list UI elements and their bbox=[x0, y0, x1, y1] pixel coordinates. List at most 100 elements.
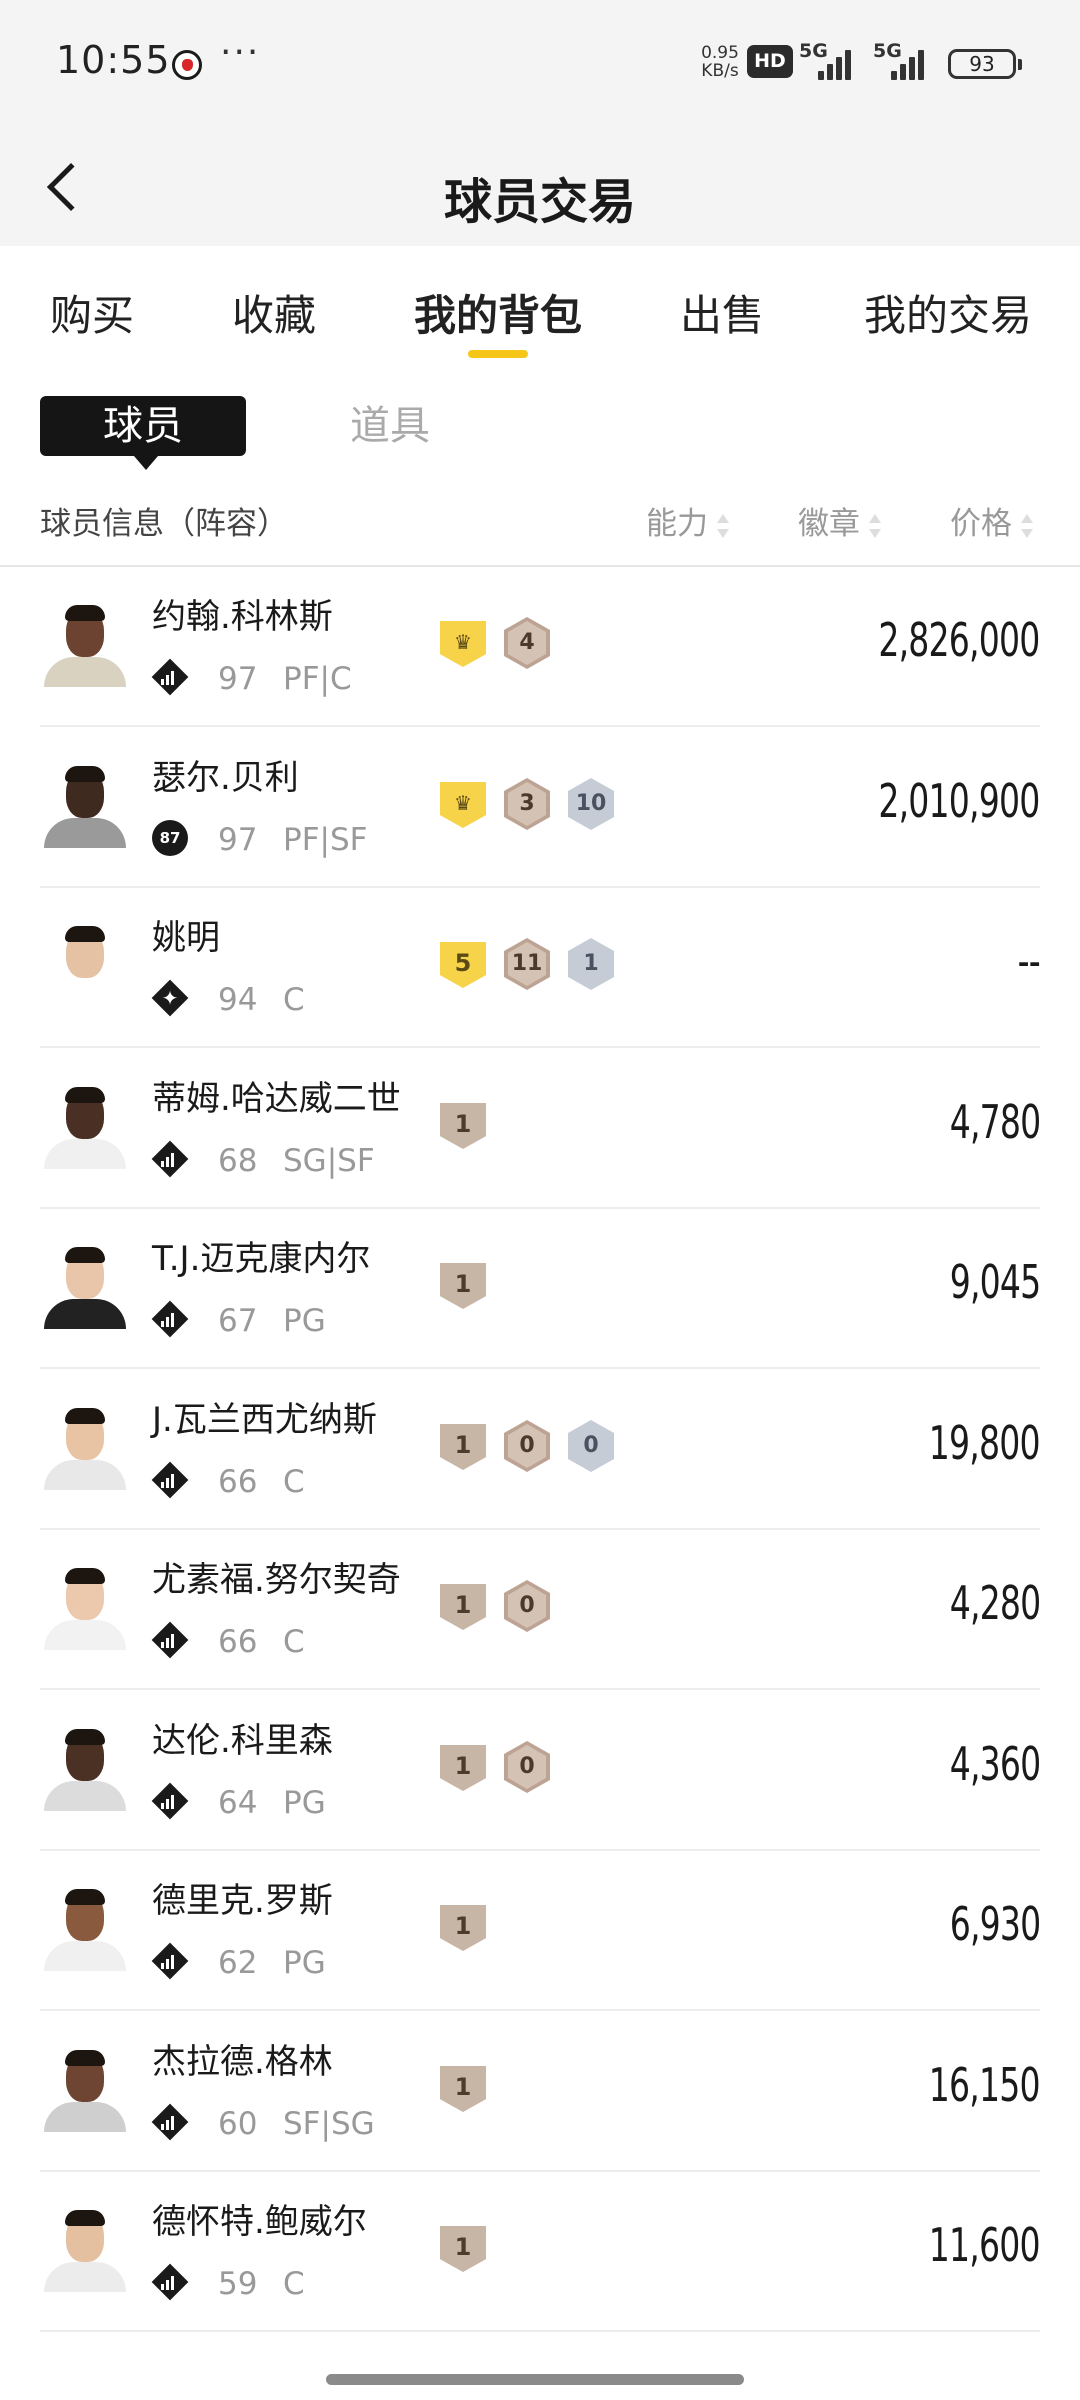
tan-shield-badge-icon: 1 bbox=[440, 2066, 486, 2112]
player-avatar bbox=[40, 1400, 130, 1490]
player-price: 4,280 bbox=[949, 1576, 1041, 1630]
gold-num-badge-icon: 5 bbox=[440, 942, 486, 988]
sub-tab-items[interactable]: 道具 bbox=[350, 398, 430, 454]
player-row[interactable]: 德怀特.鲍威尔 59 C 1 11,600 bbox=[0, 2172, 1080, 2332]
badge-value: 1 bbox=[454, 1431, 472, 1459]
player-position: PF|C bbox=[283, 661, 352, 697]
badge-value: 1 bbox=[454, 2073, 472, 2101]
player-row[interactable]: 达伦.科里森 64 PG 1 0 4,360 bbox=[0, 1691, 1080, 1851]
avatar-hair bbox=[65, 1568, 105, 1584]
avatar-jersey bbox=[44, 2262, 126, 2292]
tan-shield-badge-icon: 1 bbox=[440, 1584, 486, 1630]
badge-value: 11 bbox=[511, 951, 543, 976]
bars-glyph bbox=[161, 2274, 179, 2290]
player-row[interactable]: J.瓦兰西尤纳斯 66 C 1 0 0 19,800 bbox=[0, 1370, 1080, 1530]
player-avatar bbox=[40, 2042, 130, 2132]
badge-value: 0 bbox=[519, 1433, 535, 1458]
player-row[interactable]: T.J.迈克康内尔 67 PG 1 9,045 bbox=[0, 1209, 1080, 1369]
avatar-jersey bbox=[44, 657, 126, 687]
tan-shield-badge-icon: 1 bbox=[440, 1263, 486, 1309]
avatar-jersey bbox=[44, 1620, 126, 1650]
status-bar: 10:55 ··· 0.95 KB/s HD 5G 5G 93 bbox=[0, 0, 1080, 128]
player-position: PG bbox=[283, 1785, 326, 1821]
avatar-jersey bbox=[44, 1941, 126, 1971]
tab-my-backpack[interactable]: 我的背包 bbox=[414, 282, 582, 343]
player-avatar bbox=[40, 1881, 130, 1971]
player-position: PF|SF bbox=[283, 822, 368, 858]
tab-buy[interactable]: 购买 bbox=[50, 282, 134, 343]
player-position: PG bbox=[283, 1303, 326, 1339]
player-price: -- bbox=[1017, 934, 1041, 988]
player-row[interactable]: 蒂姆.哈达威二世 68 SG|SF 1 4,780 bbox=[0, 1049, 1080, 1209]
silver-hex-badge-icon: 10 bbox=[568, 778, 614, 830]
badge-value: 1 bbox=[454, 1110, 472, 1138]
avatar-hair bbox=[65, 1408, 105, 1424]
player-price: 2,010,900 bbox=[878, 774, 1041, 828]
home-indicator[interactable] bbox=[326, 2374, 744, 2385]
player-price: 4,780 bbox=[949, 1095, 1041, 1149]
badge-value: 4 bbox=[519, 630, 535, 655]
sort-ability-button[interactable]: 能力 bbox=[646, 498, 730, 543]
avatar-hair bbox=[65, 1889, 105, 1905]
tab-my-trades[interactable]: 我的交易 bbox=[864, 282, 1032, 343]
player-row[interactable]: 尤素福.努尔契奇 66 C 1 0 4,280 bbox=[0, 1530, 1080, 1690]
badge-value: 1 bbox=[454, 2233, 472, 2261]
player-name: 姚明 bbox=[152, 918, 220, 958]
player-avatar bbox=[40, 1560, 130, 1650]
hd-voice-icon: HD bbox=[747, 45, 793, 78]
tan-shield-badge-icon: 1 bbox=[440, 1745, 486, 1791]
player-price: 19,800 bbox=[928, 1416, 1041, 1470]
tab-favorites[interactable]: 收藏 bbox=[232, 282, 316, 343]
player-row[interactable]: 德里克.罗斯 62 PG 1 6,930 bbox=[0, 1851, 1080, 2011]
player-ability: 62 bbox=[218, 1945, 258, 1981]
avatar-hair bbox=[65, 1729, 105, 1745]
player-row[interactable]: 杰拉德.格林 60 SF|SG 1 16,150 bbox=[0, 2012, 1080, 2172]
status-time: 10:55 bbox=[56, 38, 171, 82]
bars-glyph bbox=[161, 1793, 179, 1809]
tab-sell[interactable]: 出售 bbox=[680, 282, 764, 343]
sort-price-button[interactable]: 价格 bbox=[950, 498, 1034, 543]
player-name: 杰拉德.格林 bbox=[152, 2042, 333, 2082]
bronze-hex-badge-icon: 0 bbox=[504, 1420, 550, 1472]
star-glyph: ✦ bbox=[161, 986, 179, 1010]
tier-bars-icon bbox=[151, 1300, 189, 1338]
player-avatar bbox=[40, 758, 130, 848]
player-avatar bbox=[40, 2202, 130, 2292]
avatar-hair bbox=[65, 766, 105, 782]
player-ability: 94 bbox=[218, 982, 258, 1018]
player-avatar bbox=[40, 918, 130, 1008]
player-position: C bbox=[283, 1624, 305, 1660]
star-diamond-icon: ✦ bbox=[151, 979, 189, 1017]
tier-bars-icon bbox=[151, 658, 189, 696]
player-row[interactable]: 瑟尔.贝利 87 97 PF|SF ♛ 3 10 2,010,900 bbox=[0, 728, 1080, 888]
sub-tab-players[interactable]: 球员 bbox=[40, 396, 246, 470]
badge-value: 1 bbox=[454, 1270, 472, 1298]
player-name: 蒂姆.哈达威二世 bbox=[152, 1079, 401, 1119]
battery-icon: 93 bbox=[948, 49, 1022, 79]
bronze-hex-badge-icon: 4 bbox=[504, 617, 550, 669]
bars-glyph bbox=[161, 1632, 179, 1648]
silver-hex-badge-icon: 0 bbox=[568, 1420, 614, 1472]
player-price: 16,150 bbox=[928, 2058, 1041, 2112]
silver-hex-badge-icon: 1 bbox=[568, 938, 614, 990]
player-row[interactable]: 约翰.科林斯 97 PF|C ♛ 4 2,826,000 bbox=[0, 567, 1080, 727]
avatar-jersey bbox=[44, 818, 126, 848]
column-player-info: 球员信息（阵容） bbox=[40, 506, 288, 542]
signal-icon bbox=[891, 46, 933, 80]
badge-value: 1 bbox=[454, 1591, 472, 1619]
sort-icon bbox=[868, 513, 882, 539]
avatar-hair bbox=[65, 926, 105, 942]
tan-shield-badge-icon: 1 bbox=[440, 2226, 486, 2272]
player-name: 德怀特.鲍威尔 bbox=[152, 2202, 367, 2242]
avatar-jersey bbox=[44, 1460, 126, 1490]
player-name: 尤素福.努尔契奇 bbox=[152, 1560, 401, 1600]
tan-shield-badge-icon: 1 bbox=[440, 1103, 486, 1149]
tier-bars-icon bbox=[151, 1621, 189, 1659]
more-notifications-icon: ··· bbox=[220, 32, 261, 73]
tan-shield-badge-icon: 1 bbox=[440, 1905, 486, 1951]
sort-badges-button[interactable]: 徽章 bbox=[798, 498, 882, 543]
tier-bars-icon bbox=[151, 2263, 189, 2301]
sort-icon bbox=[716, 513, 730, 539]
player-row[interactable]: 姚明 ✦ 94 C 5 11 1 -- bbox=[0, 888, 1080, 1048]
player-avatar bbox=[40, 1239, 130, 1329]
